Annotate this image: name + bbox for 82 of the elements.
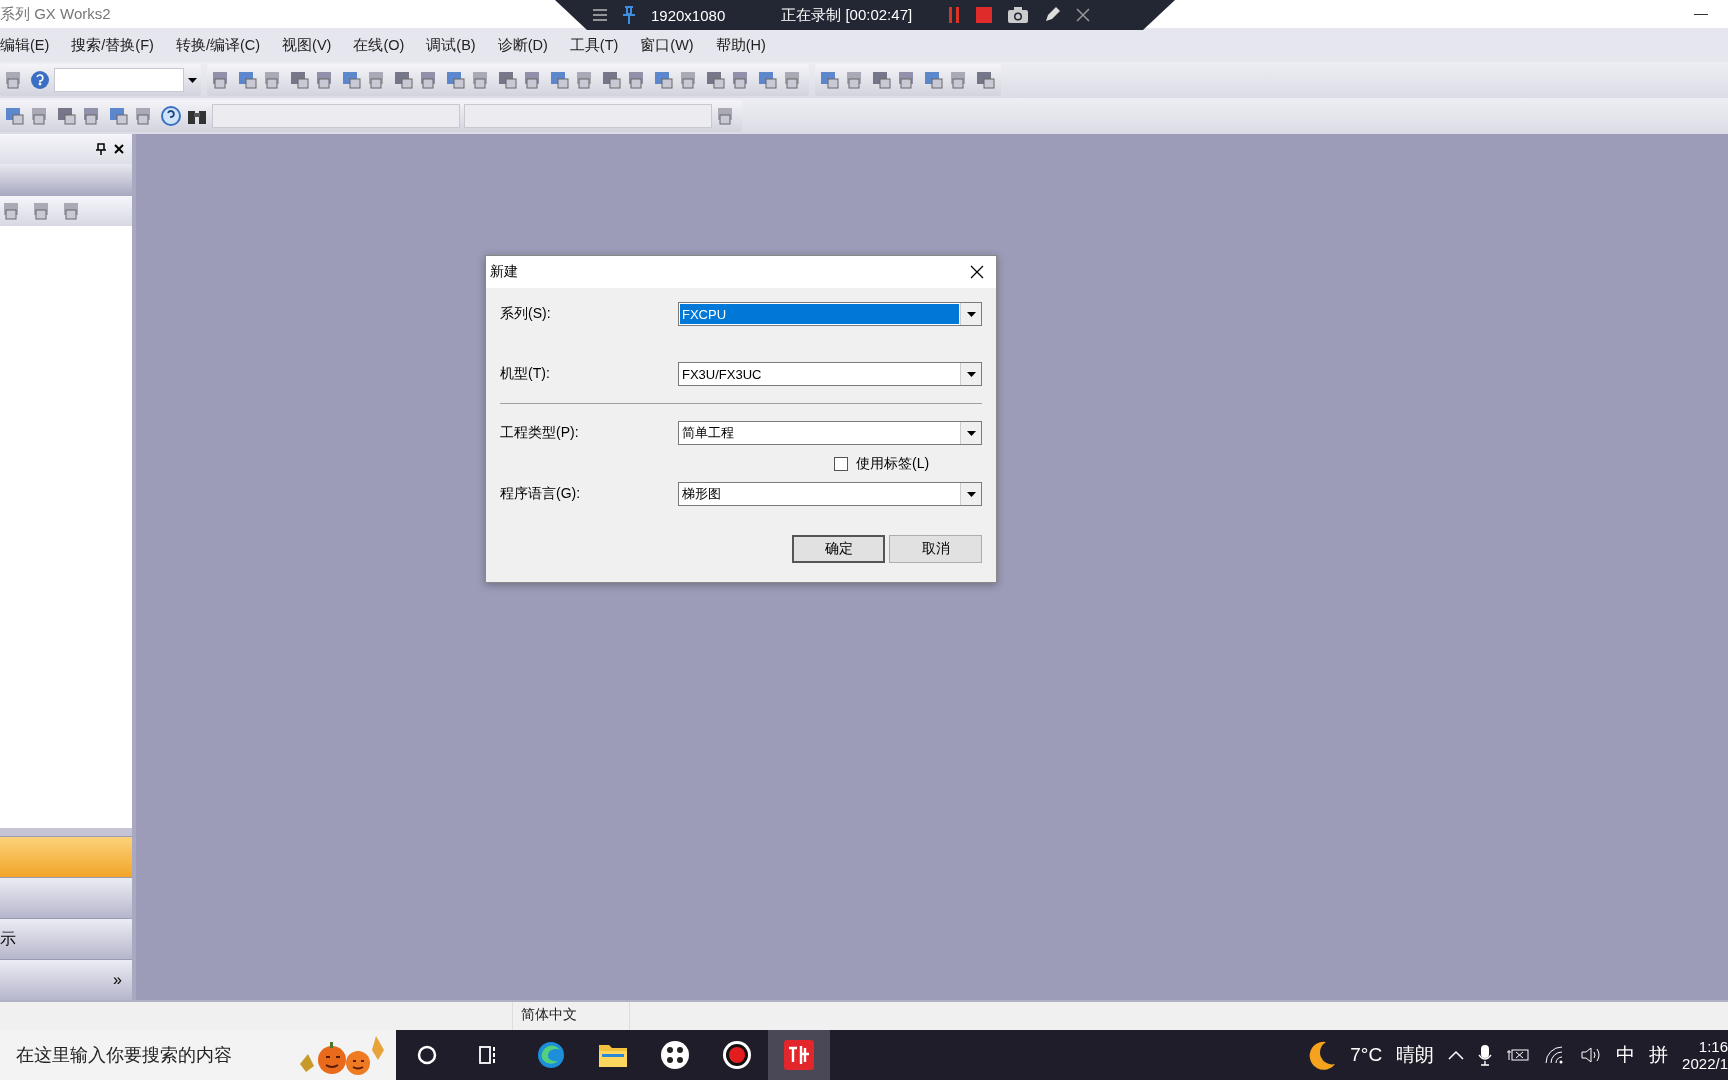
help-icon[interactable] [30,70,50,90]
clock-date[interactable]: 2022/1 [1682,1055,1728,1072]
browser-icon[interactable] [536,1040,566,1070]
circle-icon[interactable] [416,1044,438,1066]
microphone-icon[interactable] [1478,1044,1493,1066]
recording-status: 正在录制 [00:02:47] [781,5,913,25]
pencil-icon[interactable] [1044,7,1061,23]
navigation-band[interactable] [0,877,132,918]
menu-item[interactable]: 编辑(E) [0,31,60,59]
record-icon[interactable] [722,1040,752,1070]
menu-item[interactable]: 转换/编译(C) [175,31,271,59]
app-icon[interactable] [660,1040,690,1070]
menu-item[interactable]: 诊断(D) [497,31,558,59]
volume-icon[interactable] [1580,1046,1603,1064]
moon-icon [1308,1040,1337,1070]
tool-icon[interactable] [975,69,997,91]
menu-item[interactable]: 帮助(H) [715,31,776,59]
caret-icon [966,371,976,377]
checkbox-label[interactable]: 使用标签(L) [856,455,930,473]
tool-icon[interactable] [601,69,623,91]
clock-time[interactable]: 1:16 [1698,1038,1728,1055]
menu-item[interactable]: 窗口(W) [640,31,704,59]
navigation-band[interactable]: 示 [0,918,132,959]
menu-item[interactable]: 工具(T) [569,31,629,59]
weather-text: 晴朗 [1396,1043,1435,1067]
dropdown[interactable]: 梯形图 [678,482,982,506]
caret-icon [966,430,976,436]
ok-button[interactable]: 确定 [792,535,885,563]
input-method-text[interactable]: 中 [1616,1042,1636,1068]
cancel-button[interactable]: 取消 [889,535,982,563]
tool-icon[interactable] [237,69,259,91]
caret-icon [966,311,976,317]
tool-icon[interactable] [4,105,26,127]
battery-icon[interactable] [1506,1048,1531,1062]
dropdown[interactable]: FXCPU [678,302,982,326]
tool-icon[interactable] [653,69,675,91]
pause-icon[interactable] [948,7,961,23]
field-label: 系列(S): [500,305,552,323]
tool-icon[interactable] [393,69,415,91]
close-icon[interactable] [114,144,124,154]
menu-item[interactable]: 调试(B) [426,31,486,59]
caret-icon [966,491,976,497]
field-label: 工程类型(P): [500,424,580,442]
search-field[interactable]: 在这里输入你要搜索的内容 [0,1030,396,1080]
tool-icon[interactable] [871,69,893,91]
tool-icon[interactable] [289,69,311,91]
help-icon[interactable] [160,105,182,127]
tool-icon[interactable] [819,69,841,91]
temperature-text: 7°C [1350,1044,1383,1066]
resolution-text: 1920x1080 [651,6,726,24]
tool-icon[interactable] [757,69,779,91]
input-method-text[interactable]: 拼 [1649,1042,1669,1068]
caret-icon [188,77,197,83]
camera-icon[interactable] [1008,7,1029,23]
pin-icon[interactable] [96,143,106,155]
window-title: 系列 GX Works2 [0,4,111,24]
menu-item[interactable]: 在线(O) [353,31,415,59]
tool-icon[interactable] [341,69,363,91]
field-label: 机型(T): [500,365,551,383]
dialog-title: 新建 [490,263,518,281]
tool-icon[interactable] [445,69,467,91]
menu-item[interactable]: 视图(V) [282,31,342,59]
folder-icon[interactable] [598,1042,628,1068]
navigation-band[interactable]: » [0,959,132,1000]
menu-item[interactable]: 搜索/替换(F) [71,31,164,59]
field-label: 程序语言(G): [500,485,582,503]
tool-icon[interactable] [56,105,78,127]
tool-icon[interactable] [549,69,571,91]
tool-icon[interactable] [497,69,519,91]
tool-icon[interactable] [705,69,727,91]
tool-icon[interactable] [923,69,945,91]
tool-icon[interactable] [108,105,130,127]
close-icon[interactable] [970,265,984,279]
dropdown[interactable]: 简单工程 [678,421,982,445]
chevron-up-icon[interactable] [1448,1050,1465,1060]
minimize-icon[interactable] [1694,13,1708,15]
checkbox[interactable] [834,457,848,471]
dropdown[interactable]: FX3U/FX3UC [678,362,982,386]
taskbar-button[interactable] [768,1030,830,1080]
plc-app-icon[interactable] [784,1040,814,1070]
menu-icon[interactable] [593,8,607,22]
stop-icon[interactable] [976,7,993,23]
